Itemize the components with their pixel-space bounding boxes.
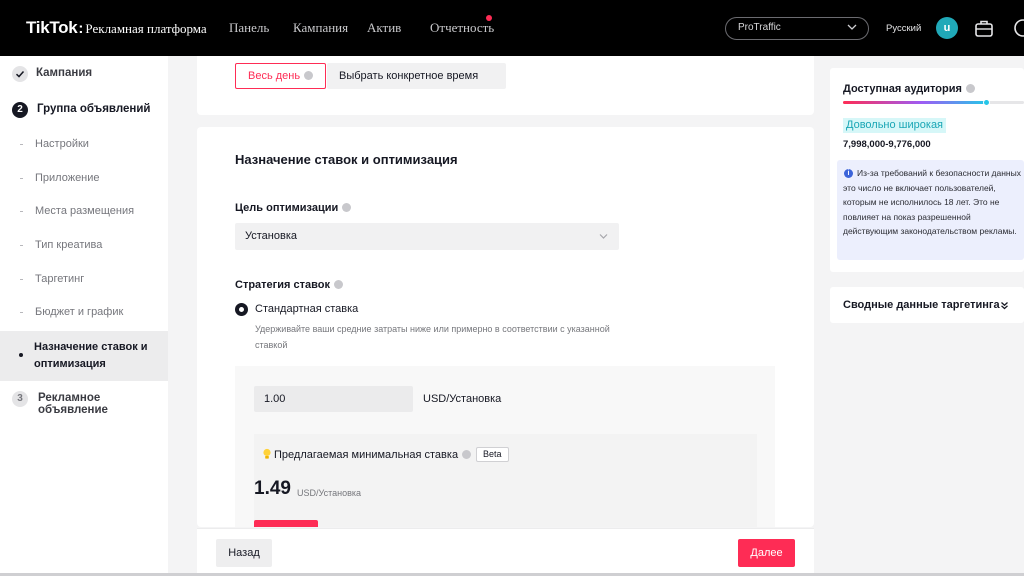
audience-range: 7,998,000-9,776,000 [843, 139, 931, 150]
sidebar-item-label: Приложение [35, 172, 100, 184]
bid-strategy-text: Стратегия ставок [235, 279, 330, 291]
step-ad[interactable]: 3 Рекламное объявление [0, 389, 168, 416]
checkmark-icon [12, 66, 28, 82]
top-navigation-bar: TikTok : Рекламная платформа Панель Камп… [0, 0, 1024, 56]
bullet-icon [20, 312, 23, 313]
specific-time-label: Выбрать конкретное время [339, 70, 479, 82]
language-switcher[interactable]: Русский [886, 23, 921, 34]
audience-title: Доступная аудитория [843, 83, 975, 95]
back-button[interactable]: Назад [216, 539, 272, 567]
sidebar-item-label: Таргетинг [35, 273, 85, 285]
bullet-icon [20, 178, 23, 179]
sidebar-item-label: Настройки [35, 138, 89, 150]
help-icon[interactable] [342, 203, 352, 212]
step-ad-group[interactable]: 2 Группа объявлений [0, 100, 168, 120]
nav-assets[interactable]: Актив [367, 20, 401, 36]
radio-selected-icon [235, 303, 248, 316]
tiktok-ads-logo[interactable]: TikTok : Рекламная платформа [26, 18, 207, 38]
standard-bid-description: Удерживайте ваши средние затраты ниже ил… [255, 324, 610, 350]
step-campaign[interactable]: Кампания [0, 64, 168, 84]
bullet-icon [20, 144, 23, 145]
bid-amount-value: 1.00 [264, 393, 286, 405]
logo-wordmark: TikTok [26, 18, 78, 37]
account-selector[interactable]: ProTraffic [725, 17, 869, 40]
suggested-bid-label: Предлагаемая минимальная ставка [274, 449, 472, 461]
sidebar-item-label: Места размещения [35, 205, 135, 217]
all-day-button[interactable]: Весь день [235, 63, 326, 89]
beta-badge: Beta [476, 447, 509, 462]
help-icon[interactable] [1012, 17, 1024, 39]
nav-campaign[interactable]: Кампания [293, 20, 348, 36]
audience-notice-text: Из-за требований к безопасности данных э… [843, 168, 1021, 236]
audience-notice: i Из-за требований к безопасности данных… [837, 160, 1024, 260]
audience-size-card: Доступная аудитория Довольно широкая 7,9… [830, 68, 1024, 272]
all-day-label: Весь день [248, 70, 301, 82]
chevron-down-icon [599, 234, 608, 239]
next-button[interactable]: Далее [738, 539, 795, 567]
step-ad-label: Рекламное объявление [38, 392, 108, 416]
help-icon[interactable] [462, 450, 472, 459]
specific-time-button[interactable]: Выбрать конкретное время [327, 63, 506, 89]
logo-subtitle: Рекламная платформа [85, 21, 207, 36]
notification-dot [486, 15, 492, 21]
step-campaign-label: Кампания [36, 67, 93, 79]
step-number-badge: 3 [12, 391, 28, 407]
sidebar-item-budget-schedule[interactable]: Бюджет и график [0, 302, 168, 324]
lightbulb-icon [263, 448, 271, 459]
bidding-optimization-card: Назначение ставок и оптимизация Цель опт… [197, 127, 814, 527]
help-icon [304, 71, 314, 80]
sidebar-item-placements[interactable]: Места размещения [0, 201, 168, 223]
targeting-summary-card[interactable]: Сводные данные таргетинга [830, 287, 1024, 323]
sidebar-item-targeting[interactable]: Таргетинг [0, 269, 168, 291]
bullet-icon [20, 245, 23, 246]
suggested-bid-value: 1.49 [254, 478, 291, 499]
section-title: Назначение ставок и оптимизация [235, 152, 458, 167]
suggested-bid-box: Предлагаемая минимальная ставка Beta 1.4… [254, 434, 757, 527]
nav-reporting[interactable]: Отчетность [430, 20, 494, 36]
optimization-goal-select[interactable]: Установка [235, 223, 619, 250]
double-chevron-down-icon [1001, 302, 1008, 310]
optimization-goal-label: Цель оптимизации [235, 202, 352, 214]
schedule-card: Весь день Выбрать конкретное время [197, 56, 814, 115]
bid-strategy-label: Стратегия ставок [235, 279, 343, 291]
apply-suggested-bid-button[interactable] [254, 520, 318, 527]
bullet-icon [20, 211, 23, 212]
user-avatar[interactable]: u [936, 17, 958, 39]
step-number-badge: 2 [12, 102, 28, 118]
targeting-summary-title: Сводные данные таргетинга [843, 299, 1000, 311]
audience-meter-fill [843, 101, 986, 104]
suggested-bid-text: Предлагаемая минимальная ставка [274, 449, 459, 461]
sidebar-item-settings[interactable]: Настройки [0, 134, 168, 156]
chevron-down-icon [847, 24, 857, 30]
account-name: ProTraffic [738, 22, 781, 33]
sidebar-item-label: Тип креатива [35, 239, 103, 251]
nav-dashboard[interactable]: Панель [229, 20, 269, 36]
sidebar-item-bidding-optimization[interactable]: Назначение ставок и оптимизация [0, 331, 168, 381]
audience-title-text: Доступная аудитория [843, 83, 962, 95]
optimization-goal-value: Установка [245, 230, 297, 242]
audience-meter-marker [982, 99, 990, 106]
bid-settings-panel: 1.00 USD/Установка Предлагаемая минималь… [235, 366, 775, 527]
sidebar-item-label: Назначение ставок и оптимизация [34, 341, 148, 370]
audience-breadth-tag: Довольно широкая [843, 118, 947, 133]
audience-meter [843, 99, 1024, 106]
active-bullet-icon [19, 353, 23, 357]
briefcase-icon[interactable] [973, 17, 995, 39]
sidebar-item-label: Бюджет и график [35, 306, 124, 318]
sidebar-item-app[interactable]: Приложение [0, 168, 168, 190]
suggested-bid-unit: USD/Установка [297, 488, 362, 498]
step-ad-group-label: Группа объявлений [37, 103, 151, 115]
bid-unit-label: USD/Установка [423, 393, 502, 405]
bullet-icon [20, 279, 23, 280]
standard-bid-label: Стандартная ставка [255, 303, 359, 315]
bid-amount-input[interactable]: 1.00 [254, 386, 413, 412]
help-icon[interactable] [333, 280, 343, 289]
optimization-goal-text: Цель оптимизации [235, 202, 339, 214]
footer-action-bar: Назад Далее [197, 528, 814, 576]
help-icon[interactable] [965, 84, 975, 93]
logo-separator: : [78, 20, 84, 37]
sidebar-item-creative-type[interactable]: Тип креатива [0, 235, 168, 257]
left-step-sidebar: Кампания 2 Группа объявлений Настройки П… [0, 56, 168, 576]
